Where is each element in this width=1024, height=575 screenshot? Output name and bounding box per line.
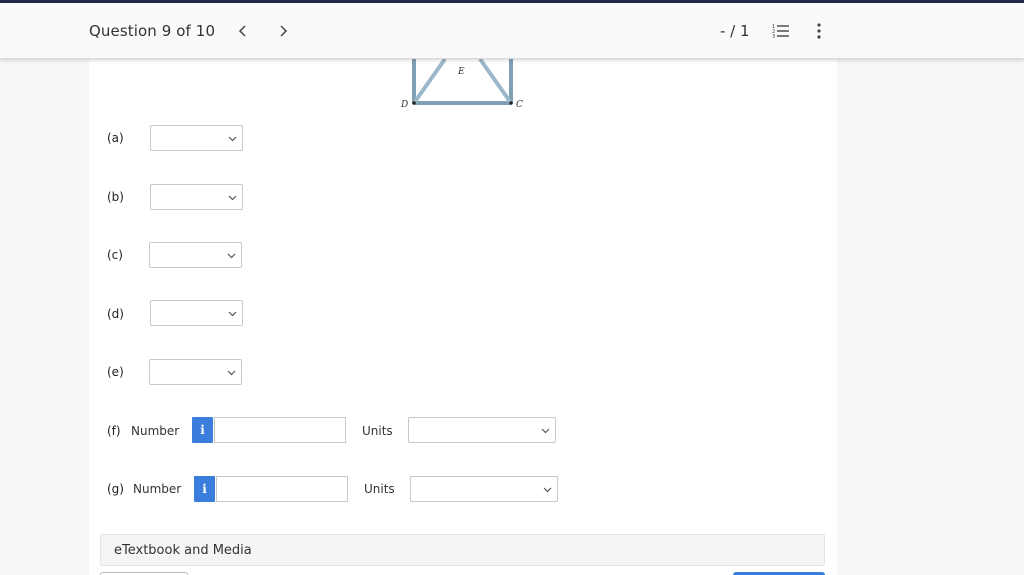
chevron-down-icon	[228, 195, 237, 201]
question-title: Question 9 of 10	[89, 22, 216, 40]
question-header: Question 9 of 10 - / 1 1 2 3	[0, 3, 1024, 59]
part-g-label: (g)	[107, 482, 124, 496]
next-question-button[interactable]	[271, 19, 295, 43]
list-icon: 1 2 3	[772, 24, 789, 39]
part-g-info-button[interactable]: i	[194, 476, 215, 502]
svg-text:3: 3	[772, 34, 775, 39]
part-f-number-label: Number	[131, 424, 180, 438]
more-options-button[interactable]	[808, 19, 830, 43]
chevron-right-icon	[280, 25, 288, 37]
part-c-label: (c)	[107, 248, 123, 262]
part-e-dropdown[interactable]	[149, 359, 242, 385]
part-f-units-label: Units	[362, 424, 393, 438]
part-e-label: (e)	[107, 365, 124, 379]
question-list-button[interactable]: 1 2 3	[770, 19, 792, 43]
chevron-down-icon	[228, 311, 237, 317]
part-c-dropdown[interactable]	[149, 242, 242, 268]
etextbook-media-label: eTextbook and Media	[114, 543, 252, 558]
chevron-down-icon	[543, 487, 552, 493]
more-vertical-icon	[817, 23, 821, 39]
part-g-units-label: Units	[364, 482, 395, 496]
part-f-number-input[interactable]	[214, 417, 346, 443]
joint-label-e: E	[457, 67, 465, 77]
part-d-label: (d)	[107, 307, 124, 321]
part-b-label: (b)	[107, 190, 124, 204]
joint-label-d: D	[400, 100, 408, 110]
joint-label-c: C	[516, 100, 523, 110]
part-a-label: (a)	[107, 131, 124, 145]
part-a-dropdown[interactable]	[150, 125, 243, 151]
part-g-units-dropdown[interactable]	[410, 476, 558, 502]
chevron-down-icon	[541, 428, 550, 434]
chevron-down-icon	[227, 370, 236, 376]
previous-question-button[interactable]	[231, 19, 255, 43]
chevron-down-icon	[227, 253, 236, 259]
etextbook-media-panel[interactable]: eTextbook and Media	[100, 534, 825, 566]
part-g-number-label: Number	[133, 482, 182, 496]
chevron-down-icon	[228, 136, 237, 142]
part-b-dropdown[interactable]	[150, 184, 243, 210]
truss-diagram: E D C	[400, 59, 523, 110]
chevron-left-icon	[238, 25, 246, 37]
part-f-info-button[interactable]: i	[192, 417, 213, 443]
score-display: - / 1	[720, 22, 750, 40]
part-f-units-dropdown[interactable]	[408, 417, 556, 443]
part-f-label: (f)	[107, 424, 121, 438]
part-d-dropdown[interactable]	[150, 300, 243, 326]
part-g-number-input[interactable]	[216, 476, 348, 502]
